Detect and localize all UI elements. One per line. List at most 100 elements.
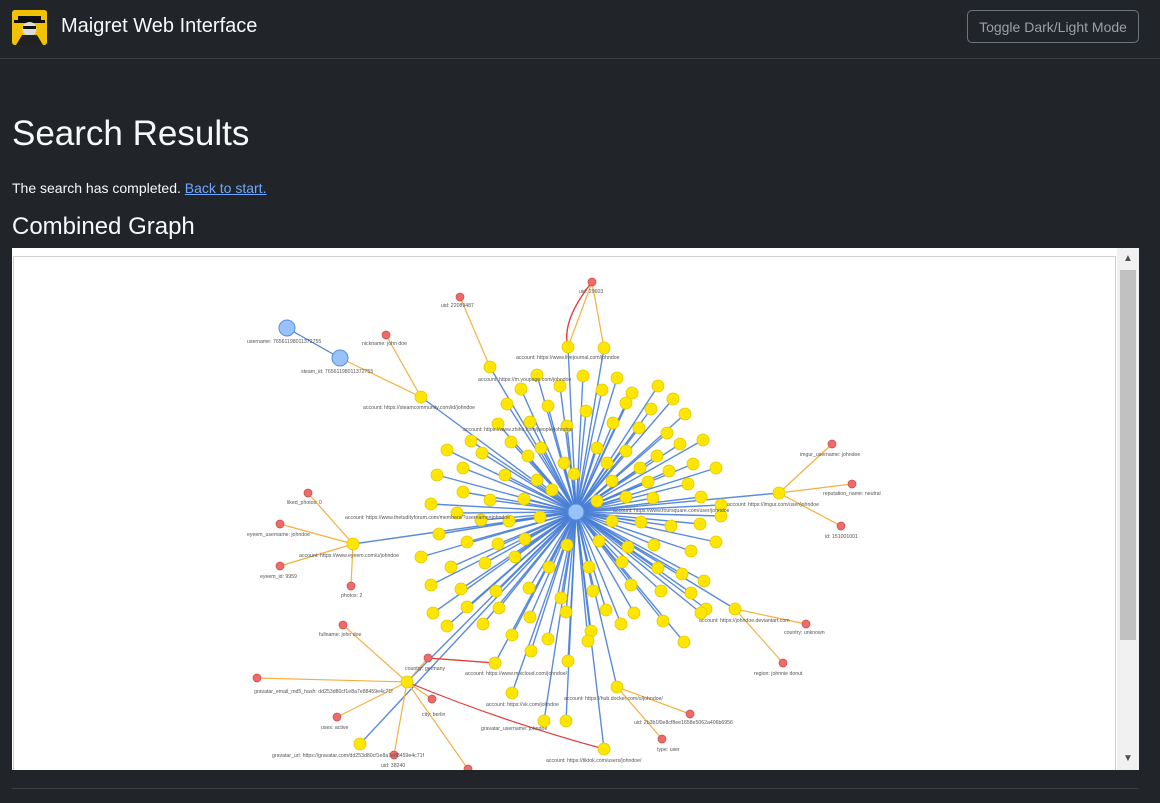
account-edge: [547, 511, 577, 640]
node-label: region: johnnie donut: [754, 671, 803, 677]
node-label: account: https://www.mixcloud.com/johndo…: [465, 671, 568, 677]
account-node: [610, 371, 624, 385]
account-node: [677, 635, 691, 649]
detail-node: [847, 479, 857, 489]
account-node: [456, 485, 470, 499]
graph-scrollbar[interactable]: ▲ ▼: [1117, 248, 1139, 770]
detail-node: [346, 581, 356, 591]
account-node: [644, 402, 658, 416]
account-node: [632, 421, 646, 435]
detail-node: [778, 658, 788, 668]
account-node: [641, 475, 655, 489]
node-label: nickname: john doe: [362, 341, 407, 347]
account-node: [664, 519, 678, 533]
theme-toggle-button[interactable]: Toggle Dark/Light Mode: [967, 10, 1139, 43]
node-label: account: https://www.zhihu.com/people/jo…: [463, 427, 573, 433]
account-node: [693, 517, 707, 531]
account-node: [597, 341, 611, 355]
account-node: [353, 737, 367, 751]
account-node: [615, 555, 629, 569]
account-node: [518, 532, 532, 546]
account-node: [709, 461, 723, 475]
detail-edge: [393, 681, 408, 756]
account-node: [634, 515, 648, 529]
account-node: [599, 603, 613, 617]
node-label: account: https://steamcommunity.com/id/j…: [363, 405, 475, 411]
scroll-up-arrow-icon[interactable]: ▲: [1117, 250, 1139, 268]
detail-node: [275, 561, 285, 571]
detail-edge: [336, 681, 408, 718]
node-label: account: https://www.foursquare.com/user…: [613, 508, 730, 514]
node-label: uid: 29603: [579, 289, 603, 295]
detail-node: [827, 439, 837, 449]
detail-node: [332, 712, 342, 722]
account-node: [646, 491, 660, 505]
account-node: [681, 477, 695, 491]
account-node: [660, 426, 674, 440]
graph-container[interactable]: uid: 22089487 uid: 29603 username: 7656119…: [12, 248, 1139, 770]
detail-node: [463, 764, 473, 770]
app-title[interactable]: Maigret Web Interface: [61, 15, 257, 38]
node-label: account: https://www.thetudityforum.com/…: [345, 515, 510, 521]
account-node: [605, 514, 619, 528]
account-node: [541, 399, 555, 413]
account-node: [534, 441, 548, 455]
node-label: account: https://tiktok.com/users/johndo…: [546, 758, 642, 764]
detail-node: [836, 521, 846, 531]
back-to-start-link[interactable]: Back to start.: [185, 180, 267, 196]
account-node: [600, 456, 614, 470]
account-node: [595, 383, 609, 397]
account-node: [633, 461, 647, 475]
node-label: uid: 2b3b1f0e8cf8ee1658e5062a406b6956: [634, 720, 733, 726]
graph-canvas[interactable]: uid: 22089487 uid: 29603 username: 7656119…: [13, 256, 1116, 770]
account-node: [619, 396, 633, 410]
scroll-thumb[interactable]: [1120, 270, 1136, 640]
account-node: [619, 490, 633, 504]
node-label: account: https://hub.docker.com/u/johndo…: [564, 696, 663, 702]
scroll-down-arrow-icon[interactable]: ▼: [1117, 750, 1139, 768]
node-label: steam_id: 76561198011372755: [301, 369, 373, 375]
bottom-divider: [12, 788, 1139, 789]
account-node: [554, 591, 568, 605]
account-node: [605, 474, 619, 488]
network-graph[interactable]: uid: 22089487 uid: 29603 username: 7656119…: [14, 257, 1117, 770]
account-node: [498, 468, 512, 482]
account-node: [621, 540, 635, 554]
account-node: [533, 510, 547, 524]
page-title: Search Results: [12, 114, 250, 153]
account-edge: [406, 511, 577, 683]
account-node: [650, 449, 664, 463]
account-node: [430, 468, 444, 482]
account-node: [567, 467, 581, 481]
account-node: [440, 619, 454, 633]
account-node: [697, 574, 711, 588]
account-node: [492, 601, 506, 615]
maigret-logo[interactable]: [12, 10, 47, 45]
steam-edge: [339, 357, 422, 398]
account-node: [483, 360, 497, 374]
account-node: [582, 560, 596, 574]
detail-node: [657, 734, 667, 744]
account-node: [684, 586, 698, 600]
node-label: gravatar_email_md5_hash: dd253d80cf1e8a7…: [254, 689, 393, 695]
graph-title: Combined Graph: [12, 213, 195, 240]
account-node: [675, 567, 689, 581]
node-label: uid: 22089487: [441, 303, 474, 309]
node-label: username: 76561198011372755: [247, 339, 321, 345]
account-node: [460, 535, 474, 549]
node-label: reputation_name: neutral: [823, 491, 881, 497]
account-node: [454, 582, 468, 596]
account-node: [483, 493, 497, 507]
account-node: [772, 486, 786, 500]
detail-node: [455, 292, 465, 302]
account-node: [504, 435, 518, 449]
account-node: [517, 492, 531, 506]
account-node: [651, 379, 665, 393]
node-label: fullname: john doe: [319, 632, 362, 638]
account-node: [656, 614, 670, 628]
account-node: [476, 617, 490, 631]
detail-node: [423, 653, 433, 663]
status-text: The search has completed.: [12, 180, 185, 196]
account-node: [523, 610, 537, 624]
node-label: eyeem_username: johndoe: [247, 532, 310, 538]
